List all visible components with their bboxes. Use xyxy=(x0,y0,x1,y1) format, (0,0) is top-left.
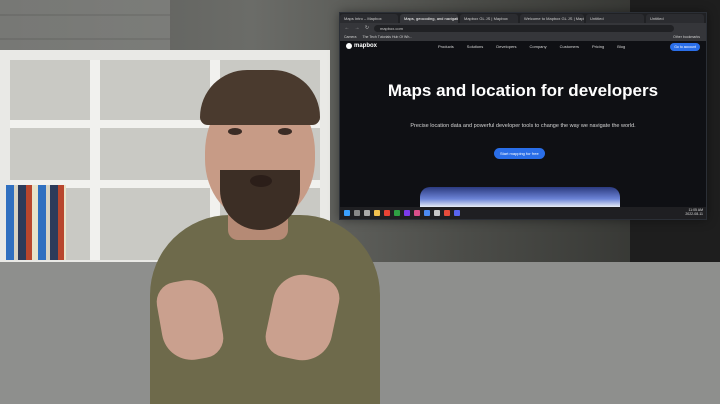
taskbar-clock: 11:05 AM 2022-08-11 xyxy=(685,208,703,216)
presenter-eye xyxy=(228,128,242,135)
presenter xyxy=(120,70,400,404)
app-icon[interactable] xyxy=(424,210,430,216)
bookmarks-bar: Camera The Tech Tutorials Hub Of Wh... O… xyxy=(340,33,706,41)
app-icon[interactable] xyxy=(414,210,420,216)
mapbox-logo[interactable]: mapbox xyxy=(346,43,377,49)
browser-tab[interactable]: Maps Intro – Mapbox xyxy=(340,14,398,23)
bookmark-item[interactable]: Camera xyxy=(344,35,356,39)
other-bookmarks[interactable]: Other bookmarks xyxy=(673,35,700,39)
books xyxy=(6,185,66,260)
reload-icon[interactable]: ↻ xyxy=(364,25,370,31)
start-mapping-button[interactable]: Start mapping for free xyxy=(494,148,545,159)
bookmark-item[interactable]: The Tech Tutorials Hub Of Wh... xyxy=(362,35,412,39)
presenter-eye xyxy=(278,128,292,135)
url-input[interactable]: mapbox.com xyxy=(374,24,674,32)
menu-blog[interactable]: Blog xyxy=(617,44,625,49)
browser-tab-active[interactable]: Maps, geocoding, and navigation xyxy=(400,14,458,23)
browser-tab[interactable]: Untitled xyxy=(586,14,644,23)
app-icon[interactable] xyxy=(454,210,460,216)
menu-pricing[interactable]: Pricing xyxy=(592,44,604,49)
app-icon[interactable] xyxy=(444,210,450,216)
forward-icon[interactable]: → xyxy=(354,25,360,31)
presenter-mouth xyxy=(250,175,272,187)
browser-tab[interactable]: Mapbox GL JS | Mapbox xyxy=(460,14,518,23)
video-frame: Maps Intro – Mapbox Maps, geocoding, and… xyxy=(0,0,720,404)
clock-date: 2022-08-11 xyxy=(685,212,703,216)
menu-products[interactable]: Products xyxy=(438,44,454,49)
site-menu: Products Solutions Developers Company Cu… xyxy=(438,44,625,49)
menu-company[interactable]: Company xyxy=(530,44,547,49)
app-icon[interactable] xyxy=(404,210,410,216)
menu-solutions[interactable]: Solutions xyxy=(467,44,483,49)
mapbox-logo-icon xyxy=(346,43,352,49)
address-bar: ← → ↻ mapbox.com xyxy=(340,23,706,33)
site-nav: mapbox Products Solutions Developers Com… xyxy=(340,41,706,53)
browser-tab-bar: Maps Intro – Mapbox Maps, geocoding, and… xyxy=(340,13,706,23)
presenter-hair xyxy=(200,70,320,125)
account-button[interactable]: Go to account xyxy=(670,43,700,51)
menu-customers[interactable]: Customers xyxy=(560,44,579,49)
menu-developers[interactable]: Developers xyxy=(496,44,516,49)
hero-image xyxy=(420,187,620,207)
app-icon[interactable] xyxy=(434,210,440,216)
logo-text: mapbox xyxy=(354,43,378,49)
browser-tab[interactable]: Welcome to Mapbox GL JS | Mapbox xyxy=(520,14,584,23)
back-icon[interactable]: ← xyxy=(344,25,350,31)
browser-tab[interactable]: Untitled xyxy=(646,14,704,23)
